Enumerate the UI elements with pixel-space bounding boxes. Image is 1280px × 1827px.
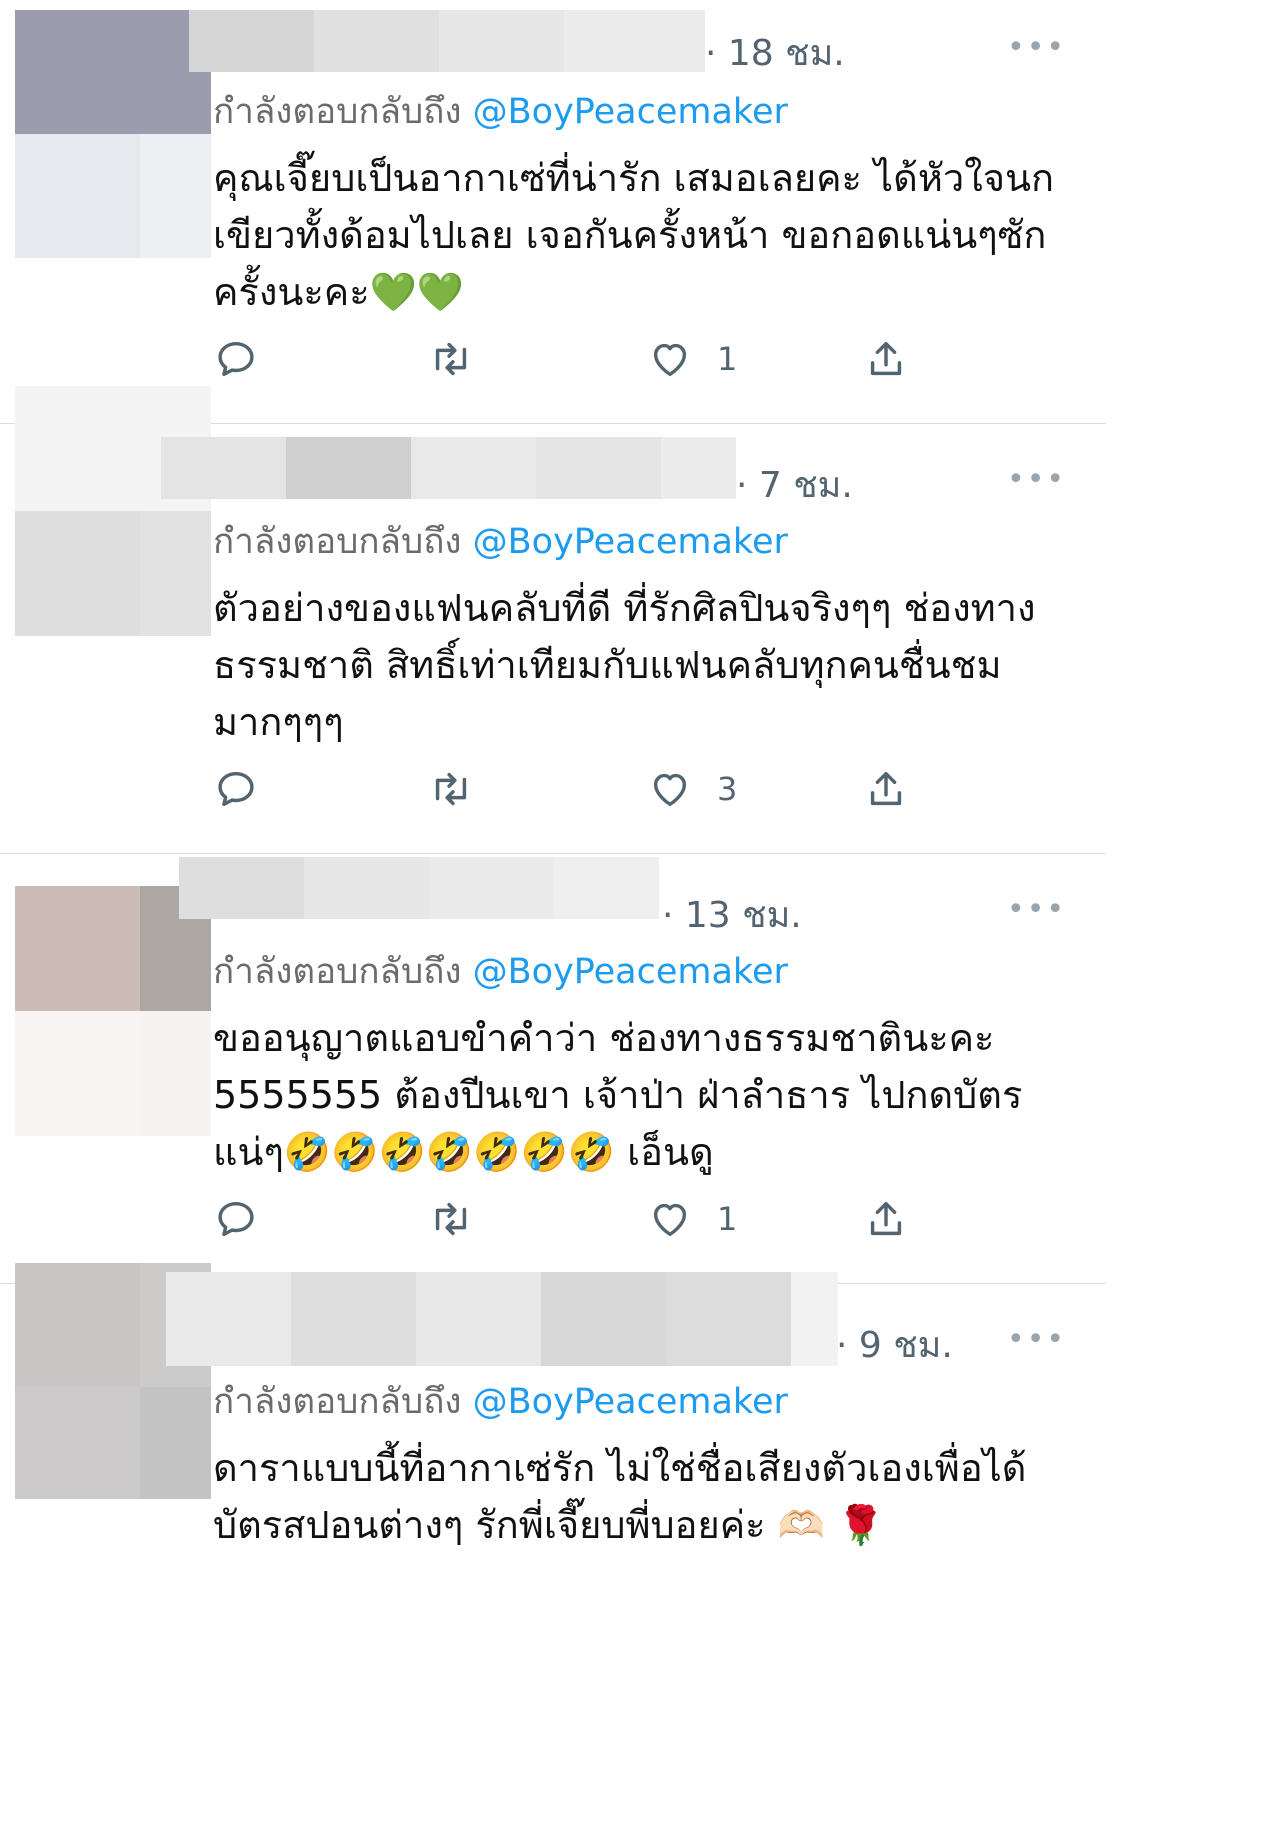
more-icon[interactable]: ••• xyxy=(1007,892,1066,927)
avatar[interactable] xyxy=(15,10,211,258)
reply-context: กำลังตอบกลับถึง @BoyPeacemaker xyxy=(213,84,788,139)
user-name-redacted[interactable] xyxy=(179,857,659,919)
action-bar: 1 xyxy=(213,336,933,386)
like-icon xyxy=(653,773,687,807)
user-name-redacted[interactable] xyxy=(166,1272,838,1366)
more-icon[interactable]: ••• xyxy=(1007,1322,1066,1357)
retweet-button[interactable] xyxy=(428,336,474,382)
user-name-redacted[interactable] xyxy=(161,437,736,499)
share-icon xyxy=(870,341,902,376)
avatar[interactable] xyxy=(15,886,211,1136)
share-icon xyxy=(870,771,902,806)
tweet-2[interactable]: · 7 ชม. ••• กำลังตอบกลับถึง @BoyPeacemak… xyxy=(0,386,1106,853)
reply-icon xyxy=(218,341,254,377)
mention-link[interactable]: @BoyPeacemaker xyxy=(473,522,788,562)
reply-context: กำลังตอบกลับถึง @BoyPeacemaker xyxy=(213,514,788,569)
action-bar: 3 xyxy=(213,766,933,816)
retweet-icon xyxy=(435,342,467,376)
reply-button[interactable] xyxy=(213,766,259,812)
retweet-button[interactable] xyxy=(428,766,474,812)
reply-prefix: กำลังตอบกลับถึง xyxy=(213,952,462,992)
like-count: 1 xyxy=(717,340,738,378)
timestamp[interactable]: · 9 ชม. xyxy=(836,1316,953,1373)
reply-button[interactable] xyxy=(213,1196,259,1242)
share-button[interactable] xyxy=(863,766,909,812)
reply-prefix: กำลังตอบกลับถึง xyxy=(213,522,462,562)
like-count: 1 xyxy=(717,1200,738,1238)
reply-context: กำลังตอบกลับถึง @BoyPeacemaker xyxy=(213,1374,788,1429)
tweet-text: ตัวอย่างของแฟนคลับที่ดี ที่รักศิลปินจริง… xyxy=(213,586,1036,744)
timestamp[interactable]: · 18 ชม. xyxy=(705,24,845,81)
mention-link[interactable]: @BoyPeacemaker xyxy=(473,952,788,992)
like-button[interactable]: 1 xyxy=(647,336,737,382)
action-bar: 1 xyxy=(213,1196,933,1246)
timestamp[interactable]: · 7 ชม. xyxy=(736,456,853,513)
user-name-redacted[interactable] xyxy=(189,10,705,72)
reply-context: กำลังตอบกลับถึง @BoyPeacemaker xyxy=(213,944,788,999)
more-icon[interactable]: ••• xyxy=(1007,462,1066,497)
tweet-1[interactable]: · 18 ชม. ••• กำลังตอบกลับถึง @BoyPeacema… xyxy=(0,0,1106,423)
avatar[interactable] xyxy=(15,386,211,636)
retweet-icon xyxy=(435,772,467,806)
like-icon xyxy=(653,343,687,377)
timestamp[interactable]: · 13 ชม. xyxy=(662,886,802,943)
reply-prefix: กำลังตอบกลับถึง xyxy=(213,1382,462,1422)
reply-button[interactable] xyxy=(213,336,259,382)
tweet-text: คุณเจี๊ยบเป็นอากาเซ่ที่น่ารัก เสมอเลยคะ … xyxy=(213,156,1055,314)
mention-link[interactable]: @BoyPeacemaker xyxy=(473,92,788,132)
like-count: 3 xyxy=(717,770,738,808)
share-icon xyxy=(870,1201,902,1236)
mention-link[interactable]: @BoyPeacemaker xyxy=(473,1382,788,1422)
more-icon[interactable]: ••• xyxy=(1007,30,1066,65)
tweet-text: ขออนุญาตแอบขำคำว่า ช่องทางธรรมชาตินะคะ 5… xyxy=(213,1016,1023,1174)
like-button[interactable]: 1 xyxy=(647,1196,737,1242)
tweet-4[interactable]: · 9 ชม. ••• กำลังตอบกลับถึง @BoyPeacemak… xyxy=(0,1263,1106,1561)
like-button[interactable]: 3 xyxy=(647,766,737,812)
share-button[interactable] xyxy=(863,1196,909,1242)
like-icon xyxy=(653,1203,687,1237)
reply-prefix: กำลังตอบกลับถึง xyxy=(213,92,462,132)
tweet-3[interactable]: · 13 ชม. ••• กำลังตอบกลับถึง @BoyPeacema… xyxy=(0,854,1106,1283)
retweet-button[interactable] xyxy=(428,1196,474,1242)
retweet-icon xyxy=(435,1202,467,1236)
reply-icon xyxy=(218,1201,254,1237)
tweet-text: ดาราแบบนี้ที่อากาเซ่รัก ไม่ใช่ชื่อเสียงต… xyxy=(213,1446,1027,1547)
reply-icon xyxy=(218,771,254,807)
share-button[interactable] xyxy=(863,336,909,382)
